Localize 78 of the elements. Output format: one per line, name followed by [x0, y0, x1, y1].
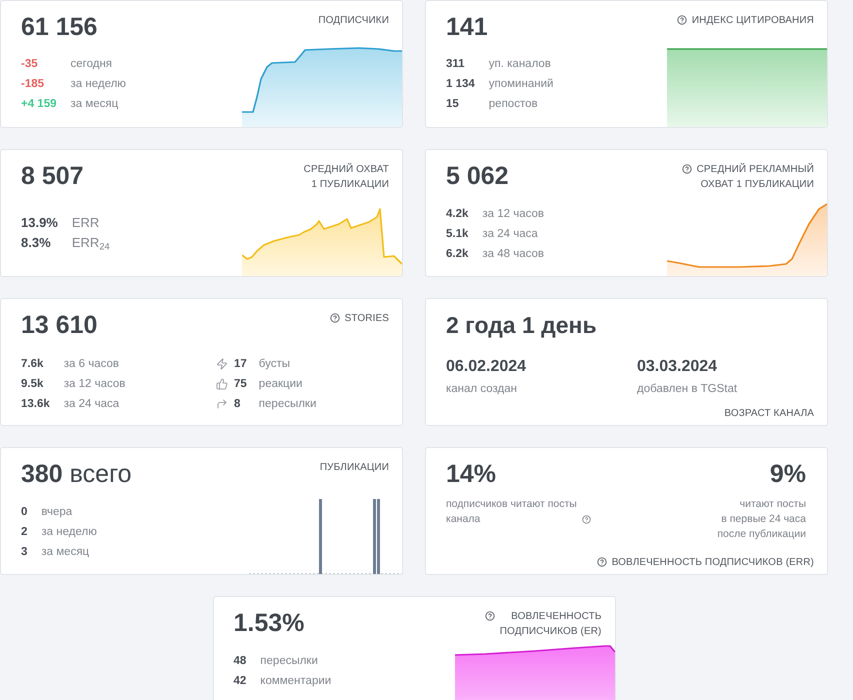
- stat-label: комментарии: [260, 674, 332, 689]
- stat-value: 15: [446, 97, 460, 112]
- stat-label: реакции: [258, 377, 304, 392]
- stat-value: 48: [234, 654, 246, 669]
- stat-value: 13.6k: [21, 397, 50, 412]
- stat-value: 2: [21, 525, 28, 540]
- help-icon[interactable]: [484, 611, 495, 621]
- stat-value: 4.2k: [446, 207, 468, 222]
- stat-value: 9.5k: [21, 377, 44, 392]
- stat-label: пересылки: [258, 397, 316, 412]
- help-icon[interactable]: [682, 164, 692, 174]
- stat-value: 42: [234, 674, 246, 689]
- stat-label: репостов: [488, 97, 539, 112]
- stat-value: -35: [21, 57, 39, 72]
- stat-value: 13.9%: [21, 214, 58, 232]
- stat-label: за месяц: [41, 545, 90, 560]
- metric-value: 2 года 1 день: [446, 311, 597, 340]
- stat-label: вчера: [41, 505, 74, 520]
- stat-label: за 6 часов: [64, 357, 120, 372]
- stat-value: 0: [21, 505, 28, 520]
- date-label: добавлен в TGStat: [637, 382, 738, 397]
- stat-value: 8.3%: [21, 234, 52, 252]
- card-title: ПУБЛИКАЦИИ: [320, 461, 389, 475]
- stat-label: уп. каналов: [488, 57, 552, 72]
- stat-value: 1 134: [446, 77, 475, 92]
- stat-label: за 12 часов: [64, 377, 126, 392]
- metric-value: 13 610: [21, 310, 98, 340]
- metric-value: 1.53%: [234, 608, 304, 638]
- help-icon[interactable]: [596, 557, 607, 567]
- help-icon[interactable]: [676, 15, 687, 25]
- lightning-icon: [216, 358, 228, 370]
- stat-value: 75: [234, 377, 247, 392]
- stat-label: ERR$_{24}$: [72, 234, 110, 253]
- metric-value: 141: [446, 12, 488, 42]
- stat-value: 17: [234, 357, 247, 372]
- stat-label: за 12 часов: [482, 207, 544, 222]
- stat-label: за неделю: [70, 77, 126, 92]
- date-value: 03.03.2024: [637, 357, 718, 377]
- stat-label: за месяц: [70, 97, 120, 112]
- help-icon[interactable]: [582, 515, 591, 524]
- stat-label: упоминаний: [488, 77, 554, 92]
- metric-value: 380 всего: [21, 459, 132, 489]
- stat-value: 7.6k: [21, 357, 44, 372]
- date-value: 06.02.2024: [446, 357, 526, 377]
- stat-label: бусты: [258, 357, 292, 372]
- stat-label: пересылки: [260, 654, 319, 669]
- date-label: канал создан: [446, 382, 517, 397]
- stat-label: сегодня: [70, 57, 114, 72]
- percent-caption: читают посты в первые 24 часа после публикации: [717, 497, 806, 542]
- percent-value: 14%: [446, 459, 496, 489]
- stat-label: за 24 часа: [482, 227, 539, 242]
- card-title: ПОДПИСЧИКИ: [318, 14, 389, 28]
- card-title: СРЕДНИЙ ОХВАТ 1 ПУБЛИКАЦИИ: [304, 162, 389, 192]
- thumbs-up-icon: [216, 378, 228, 390]
- percent-value: 9%: [770, 459, 806, 489]
- metric-value: 5 062: [446, 161, 509, 191]
- stat-value: 6.2k: [446, 247, 468, 262]
- stat-value: 311: [446, 57, 466, 72]
- stat-value: 5.1k: [446, 227, 468, 242]
- metric-value: 8 507: [21, 161, 84, 191]
- card-title: STORIES: [344, 312, 389, 326]
- stat-label: за 48 часов: [482, 247, 544, 262]
- card-title: ВОВЛЕЧЕННОСТЬ ПОДПИСЧИКОВ (ERR): [612, 556, 814, 570]
- stat-value: +4 159: [21, 97, 56, 112]
- stat-value: 3: [21, 545, 28, 560]
- percent-caption: подписчиков читают посты канала: [446, 497, 577, 527]
- metric-value: 61 156: [21, 12, 98, 42]
- stat-label: за неделю: [41, 525, 97, 540]
- stat-value: 8: [234, 397, 242, 412]
- stat-label: ERR: [72, 214, 100, 232]
- stat-value: -185: [21, 77, 46, 92]
- help-icon[interactable]: [330, 313, 340, 323]
- corner-arrow-icon: [216, 398, 228, 410]
- card-title: ВОВЛЕЧЕННОСТЬ ПОДПИСЧИКОВ (ER): [500, 610, 602, 639]
- card-title: ВОЗРАСТ КАНАЛА: [724, 407, 814, 421]
- card-title: СРЕДНИЙ РЕКЛАМНЫЙ ОХВАТ 1 ПУБЛИКАЦИИ: [696, 162, 814, 192]
- stat-label: за 24 часа: [64, 397, 120, 412]
- card-title: ИНДЕКС ЦИТИРОВАНИЯ: [692, 14, 814, 28]
